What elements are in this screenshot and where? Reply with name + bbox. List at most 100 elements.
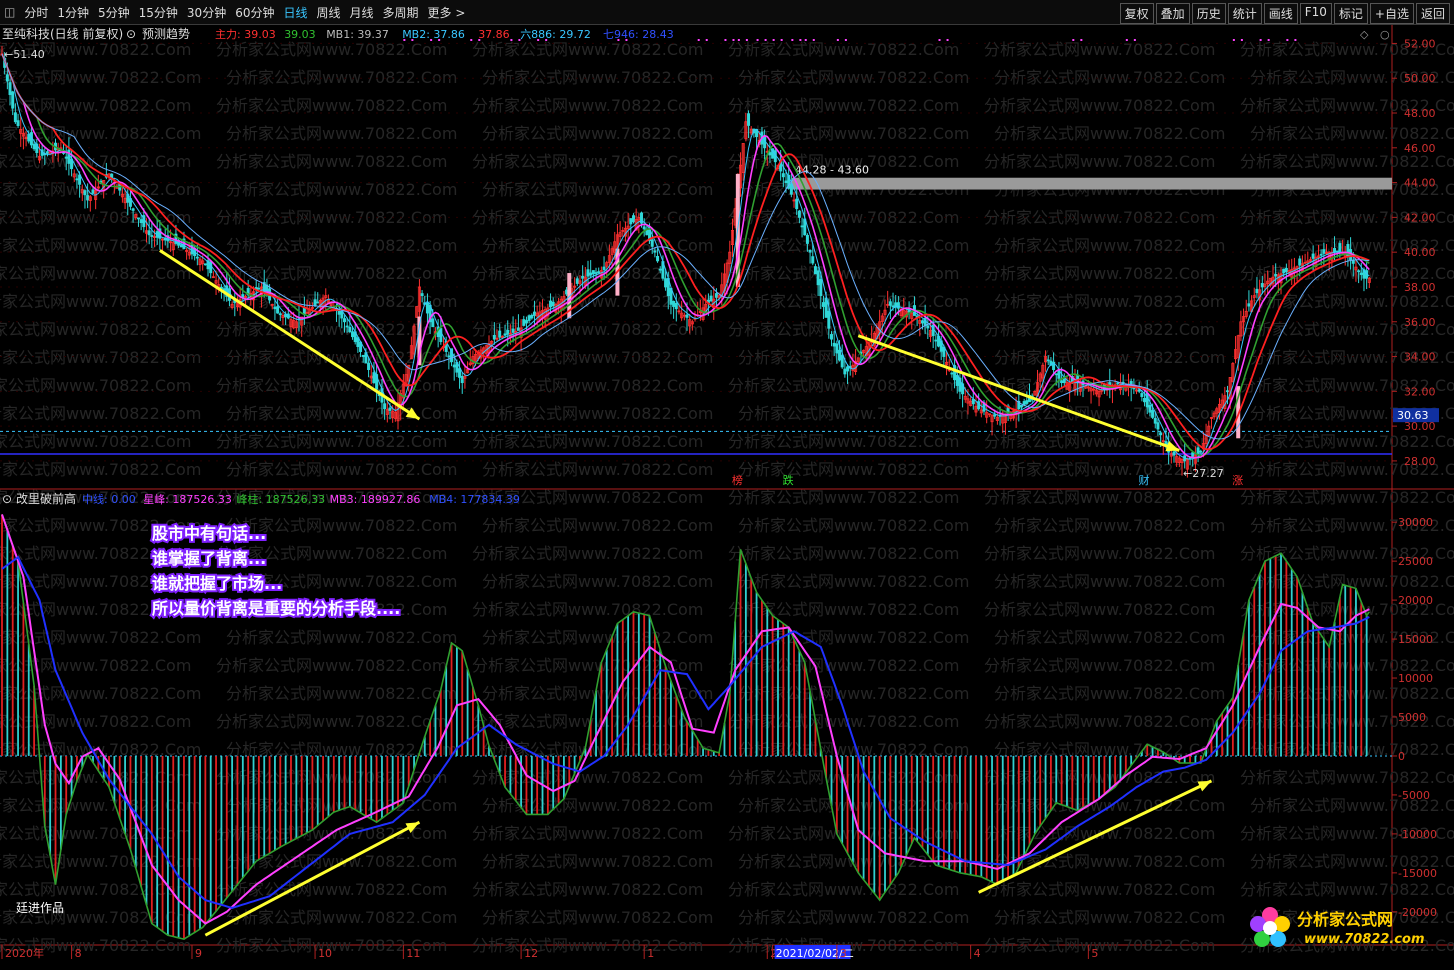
watermark-text: 分析家公式网www.70822.Com xyxy=(472,768,703,787)
osc-bar xyxy=(445,666,448,756)
osc-bar xyxy=(675,695,678,756)
price-indicator-0: 主力: 39.03 xyxy=(215,28,276,41)
price-indicator-1: 39.03 xyxy=(284,28,316,41)
candle-body xyxy=(843,368,847,375)
action-button-1[interactable]: 叠加 xyxy=(1155,3,1190,24)
candle-body xyxy=(602,266,606,270)
osc-bar xyxy=(1007,755,1009,878)
osc-bar xyxy=(835,755,838,834)
osc-bar xyxy=(680,709,683,756)
osc-bar xyxy=(809,691,811,756)
candle-body xyxy=(642,226,646,230)
signal-dot xyxy=(1125,39,1128,41)
action-button-3[interactable]: 统计 xyxy=(1227,3,1262,24)
candle-body xyxy=(1019,404,1023,408)
watermark-text: 分析家公式网www.70822.Com xyxy=(216,432,447,451)
watermark-text: 分析家公式网www.70822.Com xyxy=(0,348,201,367)
action-button-2[interactable]: 历史 xyxy=(1191,3,1226,24)
period-tab-1[interactable]: 1分钟 xyxy=(57,4,89,21)
osc-bar xyxy=(354,755,357,810)
osc-bar xyxy=(734,621,737,756)
osc-bar xyxy=(782,623,785,756)
candle-body xyxy=(460,375,464,384)
osc-bar xyxy=(916,755,919,842)
action-button-6[interactable]: 标记 xyxy=(1333,3,1368,24)
candle-body xyxy=(829,334,833,340)
candle-body xyxy=(549,300,553,308)
action-button-4[interactable]: 画线 xyxy=(1263,3,1298,24)
osc-bar xyxy=(514,755,517,801)
stock-chart[interactable]: 分析家公式网www.70822.Com 分析家公式网www.70822.Com 分析… xyxy=(0,25,1454,970)
watermark-text: 分析家公式网www.70822.Com xyxy=(1250,292,1454,311)
price-tick-label-8: 36.00 xyxy=(1404,316,1436,329)
candle-body xyxy=(278,313,282,316)
candle-body xyxy=(1159,432,1163,436)
osc-bar xyxy=(1119,755,1122,780)
candle-body xyxy=(524,320,528,324)
candle-body xyxy=(669,288,673,305)
candle-body xyxy=(139,219,143,224)
osc-bar xyxy=(793,639,795,756)
candle-body xyxy=(846,366,850,372)
osc-bar xyxy=(926,755,929,855)
osc-bar xyxy=(980,755,983,877)
price-tick-label-12: 28.00 xyxy=(1404,455,1436,468)
candle-body xyxy=(816,270,820,286)
osc-bar xyxy=(439,689,442,756)
watermark-text: 分析家公式网www.70822.Com xyxy=(0,852,201,871)
period-tab-4[interactable]: 30分钟 xyxy=(187,4,226,21)
action-button-8[interactable]: 返回 xyxy=(1415,3,1450,24)
osc-bar xyxy=(873,755,876,894)
candle-body xyxy=(1054,373,1058,376)
signal-dot xyxy=(1133,39,1136,41)
period-tab-5[interactable]: 60分钟 xyxy=(235,4,274,21)
osc-bar xyxy=(959,755,961,873)
osc-bar xyxy=(509,755,512,794)
watermark-text: 分析家公式网www.70822.Com xyxy=(0,432,191,451)
chart-subtitle: 预测趋势 xyxy=(142,27,190,41)
watermark-text: 分析家公式网www.70822.Com xyxy=(226,460,457,479)
period-tab-0[interactable]: 分时 xyxy=(24,4,48,21)
watermark-text: 分析家公式网www.70822.Com xyxy=(472,824,703,843)
watermark-text: 分析家公式网www.70822.Com xyxy=(482,516,713,535)
period-tab-6[interactable]: 日线 xyxy=(283,4,307,21)
candle-body xyxy=(1172,451,1176,456)
watermark-text: 分析家公式网www.70822.Com xyxy=(226,124,457,143)
osc-bar xyxy=(472,687,474,756)
candle-body xyxy=(1247,303,1251,307)
osc-bar xyxy=(787,627,790,756)
period-tab-7[interactable]: 周线 xyxy=(317,4,341,21)
action-button-0[interactable]: 复权 xyxy=(1119,3,1154,24)
osc-bar xyxy=(1344,585,1347,756)
candle-body xyxy=(64,156,68,159)
osc-bar xyxy=(306,755,308,833)
osc-bar xyxy=(1071,755,1074,809)
period-tab-10[interactable]: 更多 > xyxy=(428,4,466,21)
signal-dot xyxy=(756,39,759,41)
osc-bar xyxy=(150,755,153,924)
time-label-9: 3 xyxy=(840,947,847,960)
osc-bar xyxy=(54,755,57,885)
candle-body xyxy=(91,189,95,194)
osc-bar xyxy=(557,755,560,805)
osc-bar xyxy=(1349,586,1352,756)
candle-body xyxy=(45,151,49,154)
osc-bar xyxy=(1312,623,1315,756)
osc-bar xyxy=(878,755,881,901)
watermark-text: 分析家公式网www.70822.Com xyxy=(226,236,457,255)
osc-bar xyxy=(343,755,346,809)
period-tab-2[interactable]: 5分钟 xyxy=(98,4,130,21)
candle-body xyxy=(1319,253,1323,256)
osc-bar xyxy=(300,755,303,836)
window-menu-icon[interactable]: ◫ xyxy=(4,5,15,19)
osc-bar xyxy=(450,642,453,756)
period-tab-3[interactable]: 15分钟 xyxy=(139,4,178,21)
watermark-text: 分析家公式网www.70822.Com xyxy=(0,292,201,311)
watermark-text: 分析家公式网www.70822.Com xyxy=(482,236,713,255)
action-button-7[interactable]: +自选 xyxy=(1369,3,1414,24)
action-button-5[interactable]: F10 xyxy=(1299,3,1332,24)
candle-body xyxy=(367,362,371,370)
period-tab-8[interactable]: 月线 xyxy=(350,4,374,21)
osc-bar xyxy=(209,755,212,918)
period-tab-9[interactable]: 多周期 xyxy=(383,4,419,21)
